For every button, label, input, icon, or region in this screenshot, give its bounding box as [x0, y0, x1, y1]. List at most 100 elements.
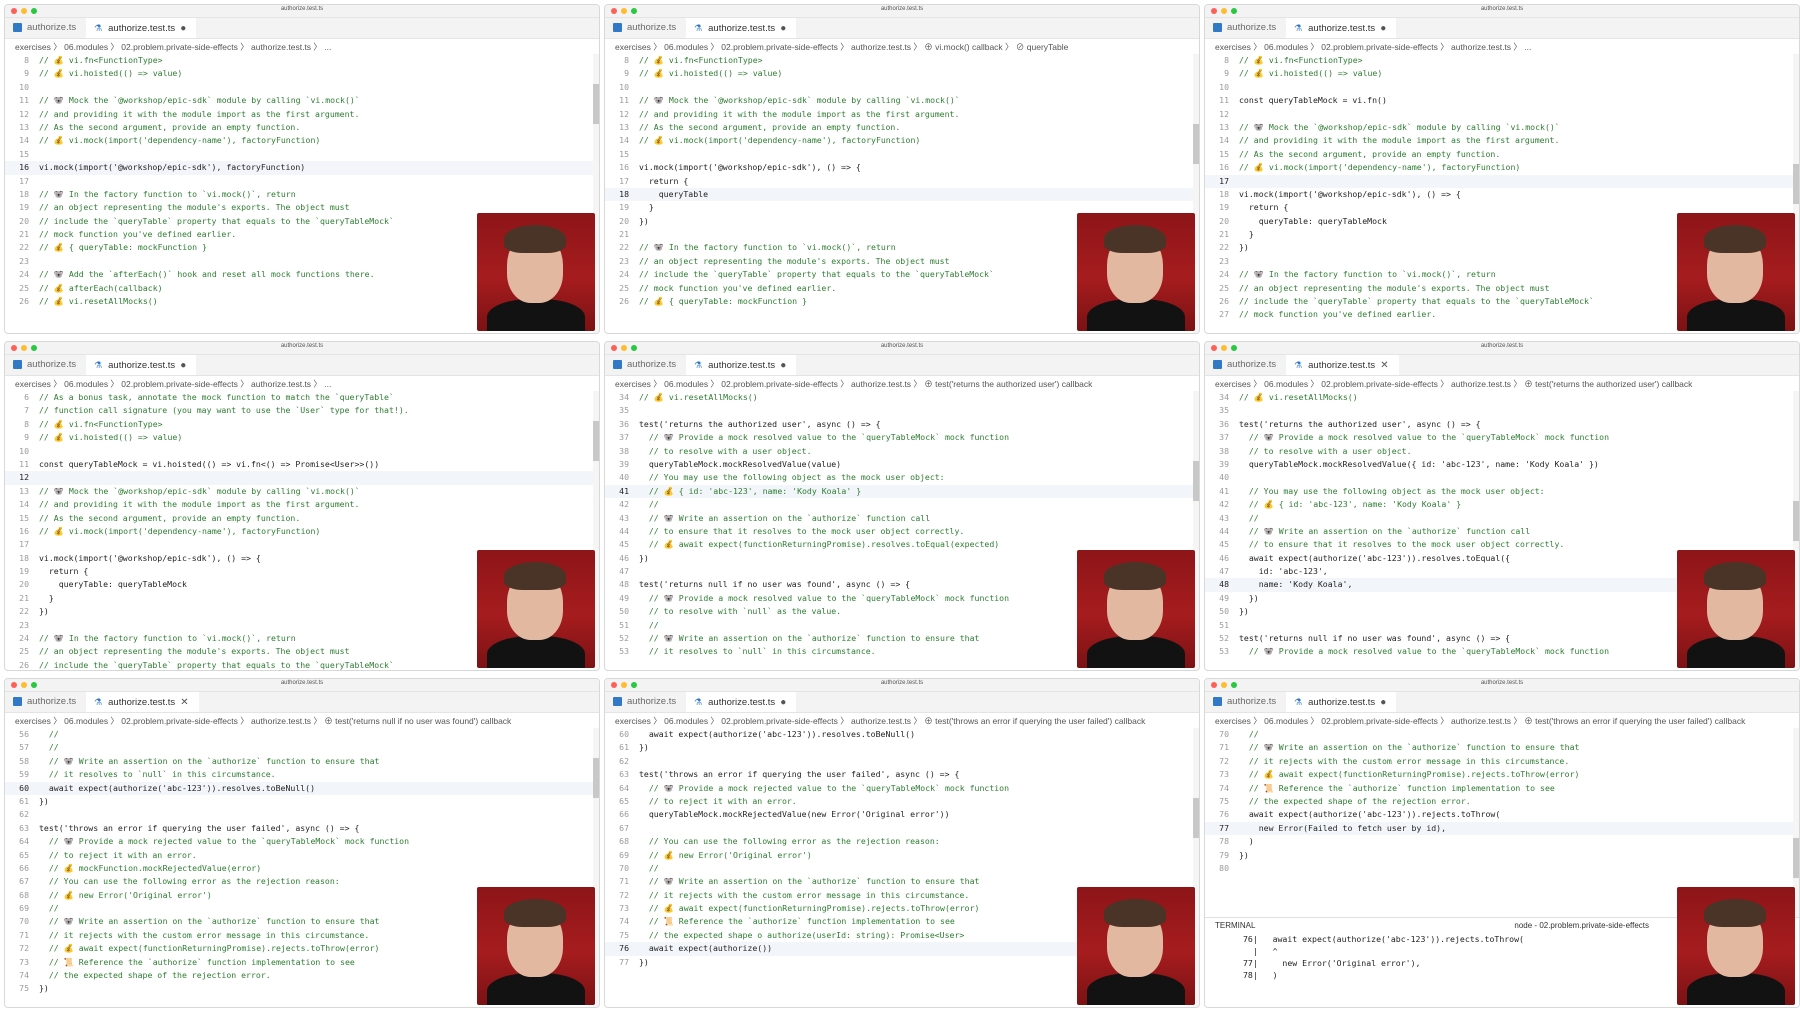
close-tab-icon[interactable]: ✕ [180, 697, 188, 708]
code-text[interactable]: id: 'abc-123', [1239, 565, 1328, 578]
code-text[interactable]: // 💰 await expect(functionReturningPromi… [1239, 768, 1580, 781]
code-line[interactable]: 12 // and providing it with the module im… [605, 108, 1199, 121]
code-text[interactable]: await expect(authorize('abc-123')).resol… [639, 728, 915, 741]
scrollbar-thumb[interactable] [1193, 124, 1199, 164]
code-text[interactable]: // 💰 vi.mock(import('dependency-name'), … [39, 525, 320, 538]
code-text[interactable]: // 💰 vi.hoisted(() => value) [39, 431, 182, 444]
code-line[interactable]: 8 // 💰 vi.fn<FunctionType> [1205, 54, 1799, 67]
terminal-tab[interactable]: TERMINAL [1215, 921, 1255, 930]
code-text[interactable]: // 💰 vi.fn<FunctionType> [39, 54, 163, 67]
code-editor[interactable]: 56 //57 //58 // 🐨 Write an assertion on … [5, 728, 599, 1007]
code-line[interactable]: 39 queryTableMock.mockResolvedValue({ id… [1205, 458, 1799, 471]
code-text[interactable]: // 💰 vi.mock(import('dependency-name'), … [39, 134, 320, 147]
code-line[interactable]: 62 [5, 808, 599, 821]
code-text[interactable]: // to ensure that it resolves to the moc… [1239, 538, 1565, 551]
code-line[interactable]: 7 // function call signature (you may wan… [5, 404, 599, 417]
code-line[interactable]: 38 // to resolve with a user object. [605, 445, 1199, 458]
code-line[interactable]: 64 // 🐨 Provide a mock rejected value to… [5, 835, 599, 848]
code-text[interactable]: // 💰 await expect(functionReturningPromi… [639, 538, 999, 551]
code-line[interactable]: 11 // 🐨 Mock the `@workshop/epic-sdk` mod… [605, 94, 1199, 107]
code-line[interactable]: 15 // As the second argument, provide an … [1205, 148, 1799, 161]
breadcrumb[interactable]: exercises 〉 06.modules 〉 02.problem.priv… [5, 39, 599, 54]
code-line[interactable]: 57 // [5, 741, 599, 754]
code-line[interactable]: 10 [605, 81, 1199, 94]
code-line[interactable]: 78 ) [1205, 835, 1799, 848]
code-editor[interactable]: 34 // 💰 vi.resetAllMocks() 35 36 test('retur… [605, 391, 1199, 670]
code-editor[interactable]: 8 // 💰 vi.fn<FunctionType> 9 // 💰 vi.hoiste… [1205, 54, 1799, 333]
code-text[interactable]: }) [1239, 605, 1249, 618]
code-line[interactable]: 8 // 💰 vi.fn<FunctionType> [5, 418, 599, 431]
code-line[interactable]: 79}) [1205, 849, 1799, 862]
code-text[interactable]: // an object representing the module's e… [39, 201, 350, 214]
tab-authorize-test-ts[interactable]: ⚗ authorize.test.ts ● [686, 17, 797, 38]
code-line[interactable]: 42 // [605, 498, 1199, 511]
code-text[interactable]: }) [639, 741, 649, 754]
code-text[interactable]: // include the `queryTable` property tha… [1239, 295, 1594, 308]
breadcrumb[interactable]: exercises 〉 06.modules 〉 02.problem.priv… [5, 376, 599, 391]
code-text[interactable]: // to ensure that it resolves to the moc… [639, 525, 965, 538]
code-text[interactable]: // 💰 await expect(functionReturningPromi… [639, 902, 980, 915]
code-text[interactable]: // [639, 862, 659, 875]
tab-authorize-ts[interactable]: authorize.ts [605, 17, 686, 38]
tab-authorize-ts[interactable]: authorize.ts [5, 354, 86, 375]
code-text[interactable]: // [1239, 728, 1259, 741]
code-line[interactable]: 56 // [5, 728, 599, 741]
tab-authorize-ts[interactable]: authorize.ts [1205, 354, 1286, 375]
code-line[interactable]: 76 await expect(authorize('abc-123')).re… [1205, 808, 1799, 821]
code-text[interactable]: }) [39, 605, 49, 618]
code-line[interactable]: 17 [1205, 174, 1799, 188]
code-text[interactable]: // 💰 vi.fn<FunctionType> [39, 418, 163, 431]
code-text[interactable]: // 💰 vi.hoisted(() => value) [639, 67, 782, 80]
code-line[interactable]: 68 // You can use the following error as… [605, 835, 1199, 848]
code-text[interactable]: // 📜 Reference the `authorize` function … [639, 915, 955, 928]
code-line[interactable]: 80 [1205, 862, 1799, 875]
code-text[interactable]: // 💰 new Error('Original error') [639, 849, 812, 862]
code-text[interactable]: // [39, 741, 59, 754]
code-line[interactable]: 61}) [605, 741, 1199, 754]
code-line[interactable]: 14 // and providing it with the module im… [1205, 134, 1799, 147]
code-line[interactable]: 38 // to resolve with a user object. [1205, 445, 1799, 458]
code-line[interactable]: 15 [605, 148, 1199, 161]
code-line[interactable]: 71 // 🐨 Write an assertion on the `autho… [1205, 741, 1799, 754]
code-line[interactable]: 13 // As the second argument, provide an … [5, 121, 599, 134]
code-line[interactable]: 15 [5, 148, 599, 161]
code-text[interactable]: // [1239, 512, 1259, 525]
scrollbar-thumb[interactable] [593, 84, 599, 124]
code-text[interactable]: // You can use the following error as th… [39, 875, 340, 888]
code-line[interactable]: 41 // You may use the following object a… [1205, 485, 1799, 498]
code-line[interactable]: 13 // 🐨 Mock the `@workshop/epic-sdk` mod… [1205, 121, 1799, 134]
code-text[interactable]: new Error(Failed to fetch user by id), [1239, 822, 1446, 835]
code-text[interactable]: // 🐨 Mock the `@workshop/epic-sdk` modul… [1239, 121, 1560, 134]
code-text[interactable]: // 🐨 Mock the `@workshop/epic-sdk` modul… [639, 94, 960, 107]
breadcrumb[interactable]: exercises 〉 06.modules 〉 02.problem.priv… [605, 376, 1199, 391]
code-line[interactable]: 35 [605, 404, 1199, 417]
code-text[interactable]: // to resolve with `null` as the value. [639, 605, 841, 618]
tab-authorize-test-ts[interactable]: ⚗ authorize.test.ts ✕ [86, 691, 199, 712]
tab-authorize-test-ts[interactable]: ⚗ authorize.test.ts ● [1286, 691, 1397, 712]
code-text[interactable]: // to resolve with a user object. [639, 445, 812, 458]
code-text[interactable]: // As the second argument, provide an em… [1239, 148, 1500, 161]
code-text[interactable]: // an object representing the module's e… [1239, 282, 1550, 295]
unsaved-dot-icon[interactable]: ● [780, 23, 786, 34]
code-text[interactable]: // 💰 vi.hoisted(() => value) [1239, 67, 1382, 80]
code-text[interactable]: // include the `queryTable` property tha… [639, 268, 994, 281]
code-line[interactable]: 69 // 💰 new Error('Original error') [605, 849, 1199, 862]
code-line[interactable]: 9 // 💰 vi.hoisted(() => value) [1205, 67, 1799, 80]
code-line[interactable]: 42 // 💰 { id: 'abc-123', name: 'Kody Koa… [1205, 498, 1799, 511]
close-tab-icon[interactable]: ✕ [1380, 360, 1388, 371]
code-line[interactable]: 10 [5, 81, 599, 94]
scrollbar-thumb[interactable] [1793, 164, 1799, 204]
code-text[interactable]: vi.mock(import('@workshop/epic-sdk'), ()… [1239, 188, 1461, 201]
tab-authorize-test-ts[interactable]: ⚗ authorize.test.ts ● [686, 354, 797, 375]
code-text[interactable]: // 🐨 Write an assertion on the `authoriz… [639, 632, 980, 645]
code-line[interactable]: 58 // 🐨 Write an assertion on the `autho… [5, 755, 599, 768]
code-line[interactable]: 70 // [605, 862, 1199, 875]
scrollbar-thumb[interactable] [1793, 838, 1799, 878]
tab-authorize-ts[interactable]: authorize.ts [605, 354, 686, 375]
scrollbar-thumb[interactable] [593, 758, 599, 798]
code-line[interactable]: 77 new Error(Failed to fetch user by id)… [1205, 821, 1799, 836]
code-text[interactable]: // 🐨 In the factory function to `vi.mock… [1239, 268, 1496, 281]
code-text[interactable]: // 💰 { id: 'abc-123', name: 'Kody Koala'… [639, 485, 861, 498]
code-line[interactable]: 9 // 💰 vi.hoisted(() => value) [5, 431, 599, 444]
code-text[interactable]: // As the second argument, provide an em… [639, 121, 900, 134]
